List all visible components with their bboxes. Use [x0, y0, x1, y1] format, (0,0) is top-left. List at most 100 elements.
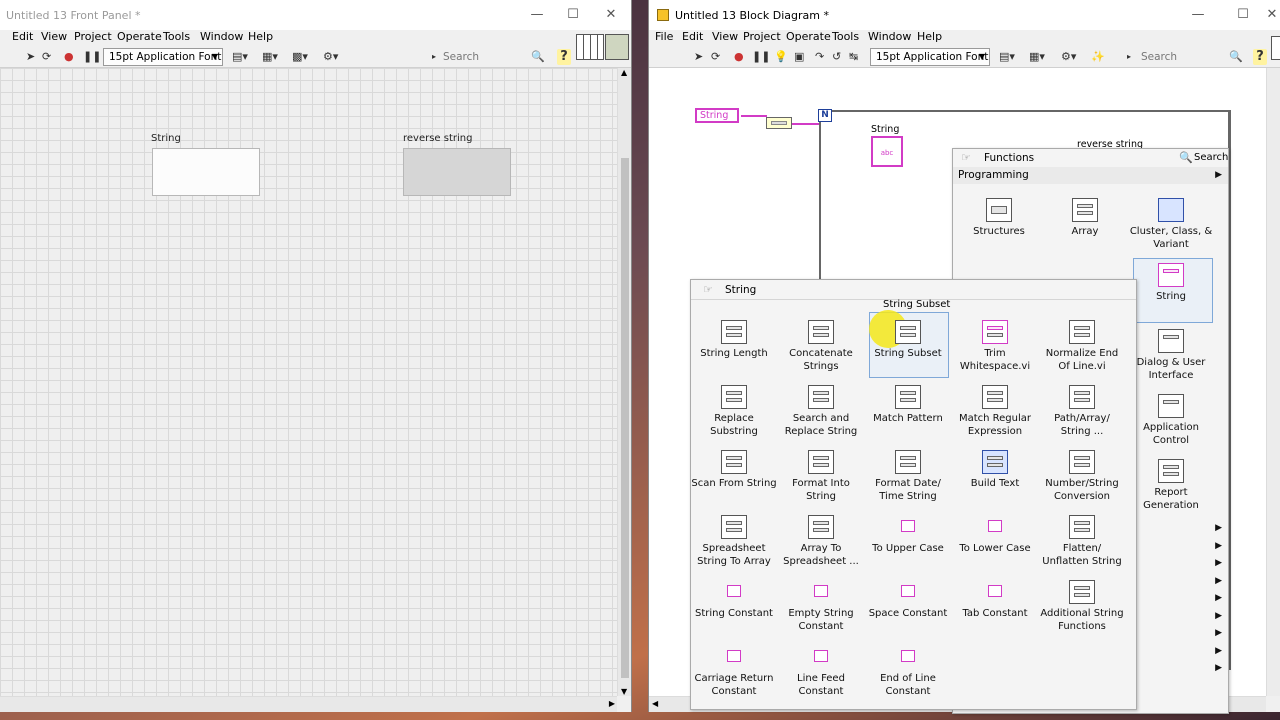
vi-icon[interactable] [605, 34, 629, 60]
reorder-icon[interactable]: ⚙▾ [1061, 50, 1076, 64]
string-control-label[interactable]: String [151, 133, 181, 144]
palette-item-space-constant[interactable]: Space Constant [865, 579, 951, 621]
highlight-execution-icon[interactable]: 💡 [774, 50, 788, 64]
menu-project[interactable]: Project [743, 30, 781, 43]
palette-item-structures[interactable]: Structures [956, 197, 1042, 239]
connector-pane-icon[interactable] [1271, 36, 1280, 60]
menu-tools[interactable]: Tools [163, 30, 190, 43]
search-icon[interactable]: 🔍 [1229, 50, 1243, 64]
programming-category[interactable]: Programming ▶ [953, 167, 1228, 184]
search-icon[interactable]: 🔍 [531, 50, 545, 64]
palette-item-scan-from-string[interactable]: Scan From String [691, 449, 777, 491]
menu-operate[interactable]: Operate [786, 30, 831, 43]
menu-view[interactable]: View [712, 30, 738, 43]
distribute-objects-icon[interactable]: ▦▾ [262, 50, 278, 64]
front-panel-titlebar[interactable]: Untitled 13 Front Panel * — ☐ ✕ [0, 0, 631, 30]
step-into-icon[interactable]: ↷ [815, 50, 824, 64]
font-select[interactable]: 15pt Application Font ▼ [103, 48, 223, 66]
palette-item-path-array-string[interactable]: Path/Array/ String ... [1039, 384, 1125, 438]
expand-arrow-icon[interactable]: ▶ [1215, 611, 1222, 621]
scroll-up-icon[interactable]: ▲ [621, 68, 627, 77]
palette-item-dialog[interactable]: Dialog & User Interface [1128, 328, 1214, 382]
palette-item-spreadsheet-string-to-array[interactable]: Spreadsheet String To Array [691, 514, 777, 568]
expand-arrow-icon[interactable]: ▶ [1215, 558, 1222, 568]
palette-item-replace-substring[interactable]: Replace Substring [691, 384, 777, 438]
expand-arrow-icon[interactable]: ▶ [1215, 593, 1222, 603]
search-icon[interactable]: 🔍 [1179, 151, 1193, 164]
expand-arrow-icon[interactable]: ▶ [1215, 541, 1222, 551]
front-panel-horizontal-scrollbar[interactable]: ▶ [0, 696, 617, 712]
menu-file[interactable]: File [655, 30, 673, 43]
menu-project[interactable]: Project [74, 30, 112, 43]
palette-item-string-length[interactable]: String Length [691, 319, 777, 361]
front-panel-vertical-scrollbar[interactable]: ▲ ▼ [617, 68, 631, 696]
distribute-objects-icon[interactable]: ▦▾ [1029, 50, 1045, 64]
reverse-string-indicator[interactable] [403, 148, 511, 196]
palette-item-line-feed-constant[interactable]: Line Feed Constant [778, 644, 864, 698]
expand-arrow-icon[interactable]: ▶ [1215, 523, 1222, 533]
run-arrow-icon[interactable]: ➤ [694, 50, 703, 64]
palette-search-button[interactable]: Search [1194, 152, 1228, 163]
string-wire[interactable] [741, 115, 767, 117]
abort-icon[interactable]: ● [734, 50, 744, 64]
string-control[interactable] [152, 148, 260, 196]
font-select[interactable]: 15pt Application Font ▼ [870, 48, 990, 66]
close-button[interactable]: ✕ [1257, 6, 1280, 24]
palette-item-array-to-spreadsheet[interactable]: Array To Spreadsheet ... [778, 514, 864, 568]
palette-item-match-pattern[interactable]: Match Pattern [865, 384, 951, 426]
align-objects-icon[interactable]: ▤▾ [232, 50, 248, 64]
maximize-button[interactable]: ☐ [1228, 6, 1258, 24]
palette-item-array[interactable]: Array [1042, 197, 1128, 239]
maximize-button[interactable]: ☐ [558, 6, 588, 24]
palette-item-application-control[interactable]: Application Control [1128, 393, 1214, 447]
block-diagram-titlebar[interactable]: Untitled 13 Block Diagram * — ☐ ✕ [649, 0, 1280, 30]
string-palette-header[interactable]: ☞ String [691, 280, 1136, 300]
run-arrow-icon[interactable]: ➤ [26, 50, 35, 64]
menu-window[interactable]: Window [868, 30, 911, 43]
run-continuously-icon[interactable]: ⟳ [42, 50, 51, 64]
step-over-icon[interactable]: ↺ [832, 50, 841, 64]
menu-help[interactable]: Help [917, 30, 942, 43]
help-icon[interactable]: ? [1253, 49, 1267, 65]
menu-tools[interactable]: Tools [832, 30, 859, 43]
scroll-left-icon[interactable]: ◀ [652, 699, 658, 708]
string-control-terminal[interactable]: String [695, 108, 739, 123]
functions-palette-header[interactable]: ☞ Functions 🔍 Search [953, 149, 1228, 167]
search-expand-icon[interactable]: ▸ [432, 50, 436, 64]
expand-arrow-icon[interactable]: ▶ [1215, 663, 1222, 673]
resize-objects-icon[interactable]: ▩▾ [292, 50, 308, 64]
palette-item-match-regular-expression[interactable]: Match Regular Expression [952, 384, 1038, 438]
front-panel-canvas[interactable]: String reverse string [0, 68, 617, 696]
palette-item-format-date-time-string[interactable]: Format Date/ Time String [865, 449, 951, 503]
menu-edit[interactable]: Edit [682, 30, 703, 43]
scroll-right-icon[interactable]: ▶ [609, 699, 615, 708]
string-wire[interactable] [788, 123, 820, 125]
pause-icon[interactable]: ❚❚ [752, 50, 770, 64]
run-continuously-icon[interactable]: ⟳ [711, 50, 720, 64]
scroll-thumb[interactable] [621, 158, 629, 678]
palette-item-normalize-end-of-line-vi[interactable]: Normalize End Of Line.vi [1039, 319, 1125, 373]
palette-item-flatten-unflatten-string[interactable]: Flatten/ Unflatten String [1039, 514, 1125, 568]
palette-item-concatenate-strings[interactable]: Concatenate Strings [778, 319, 864, 373]
minimize-button[interactable]: — [522, 6, 552, 24]
palette-item-tab-constant[interactable]: Tab Constant [952, 579, 1038, 621]
close-button[interactable]: ✕ [596, 6, 626, 24]
expand-arrow-icon[interactable]: ▶ [1215, 646, 1222, 656]
search-input[interactable]: Search [1141, 49, 1231, 65]
palette-item-to-lower-case[interactable]: To Lower Case [952, 514, 1038, 556]
pause-icon[interactable]: ❚❚ [83, 50, 101, 64]
palette-item-to-upper-case[interactable]: To Upper Case [865, 514, 951, 556]
palette-item-end-of-line-constant[interactable]: End of Line Constant [865, 644, 951, 698]
menu-help[interactable]: Help [248, 30, 273, 43]
connector-pane-icon[interactable] [576, 34, 604, 60]
palette-item-carriage-return-constant[interactable]: Carriage Return Constant [691, 644, 777, 698]
menu-edit[interactable]: Edit [12, 30, 33, 43]
scroll-down-icon[interactable]: ▼ [621, 687, 627, 696]
palette-item-trim-whitespace-vi[interactable]: Trim Whitespace.vi [952, 319, 1038, 373]
palette-item-string-subset[interactable]: String Subset [865, 319, 951, 361]
step-out-icon[interactable]: ↹ [849, 50, 858, 64]
palette-item-additional-string-functions[interactable]: Additional String Functions [1039, 579, 1125, 633]
pin-icon[interactable]: ☞ [703, 283, 713, 296]
palette-item-format-into-string[interactable]: Format Into String [778, 449, 864, 503]
minimize-button[interactable]: — [1183, 6, 1213, 24]
